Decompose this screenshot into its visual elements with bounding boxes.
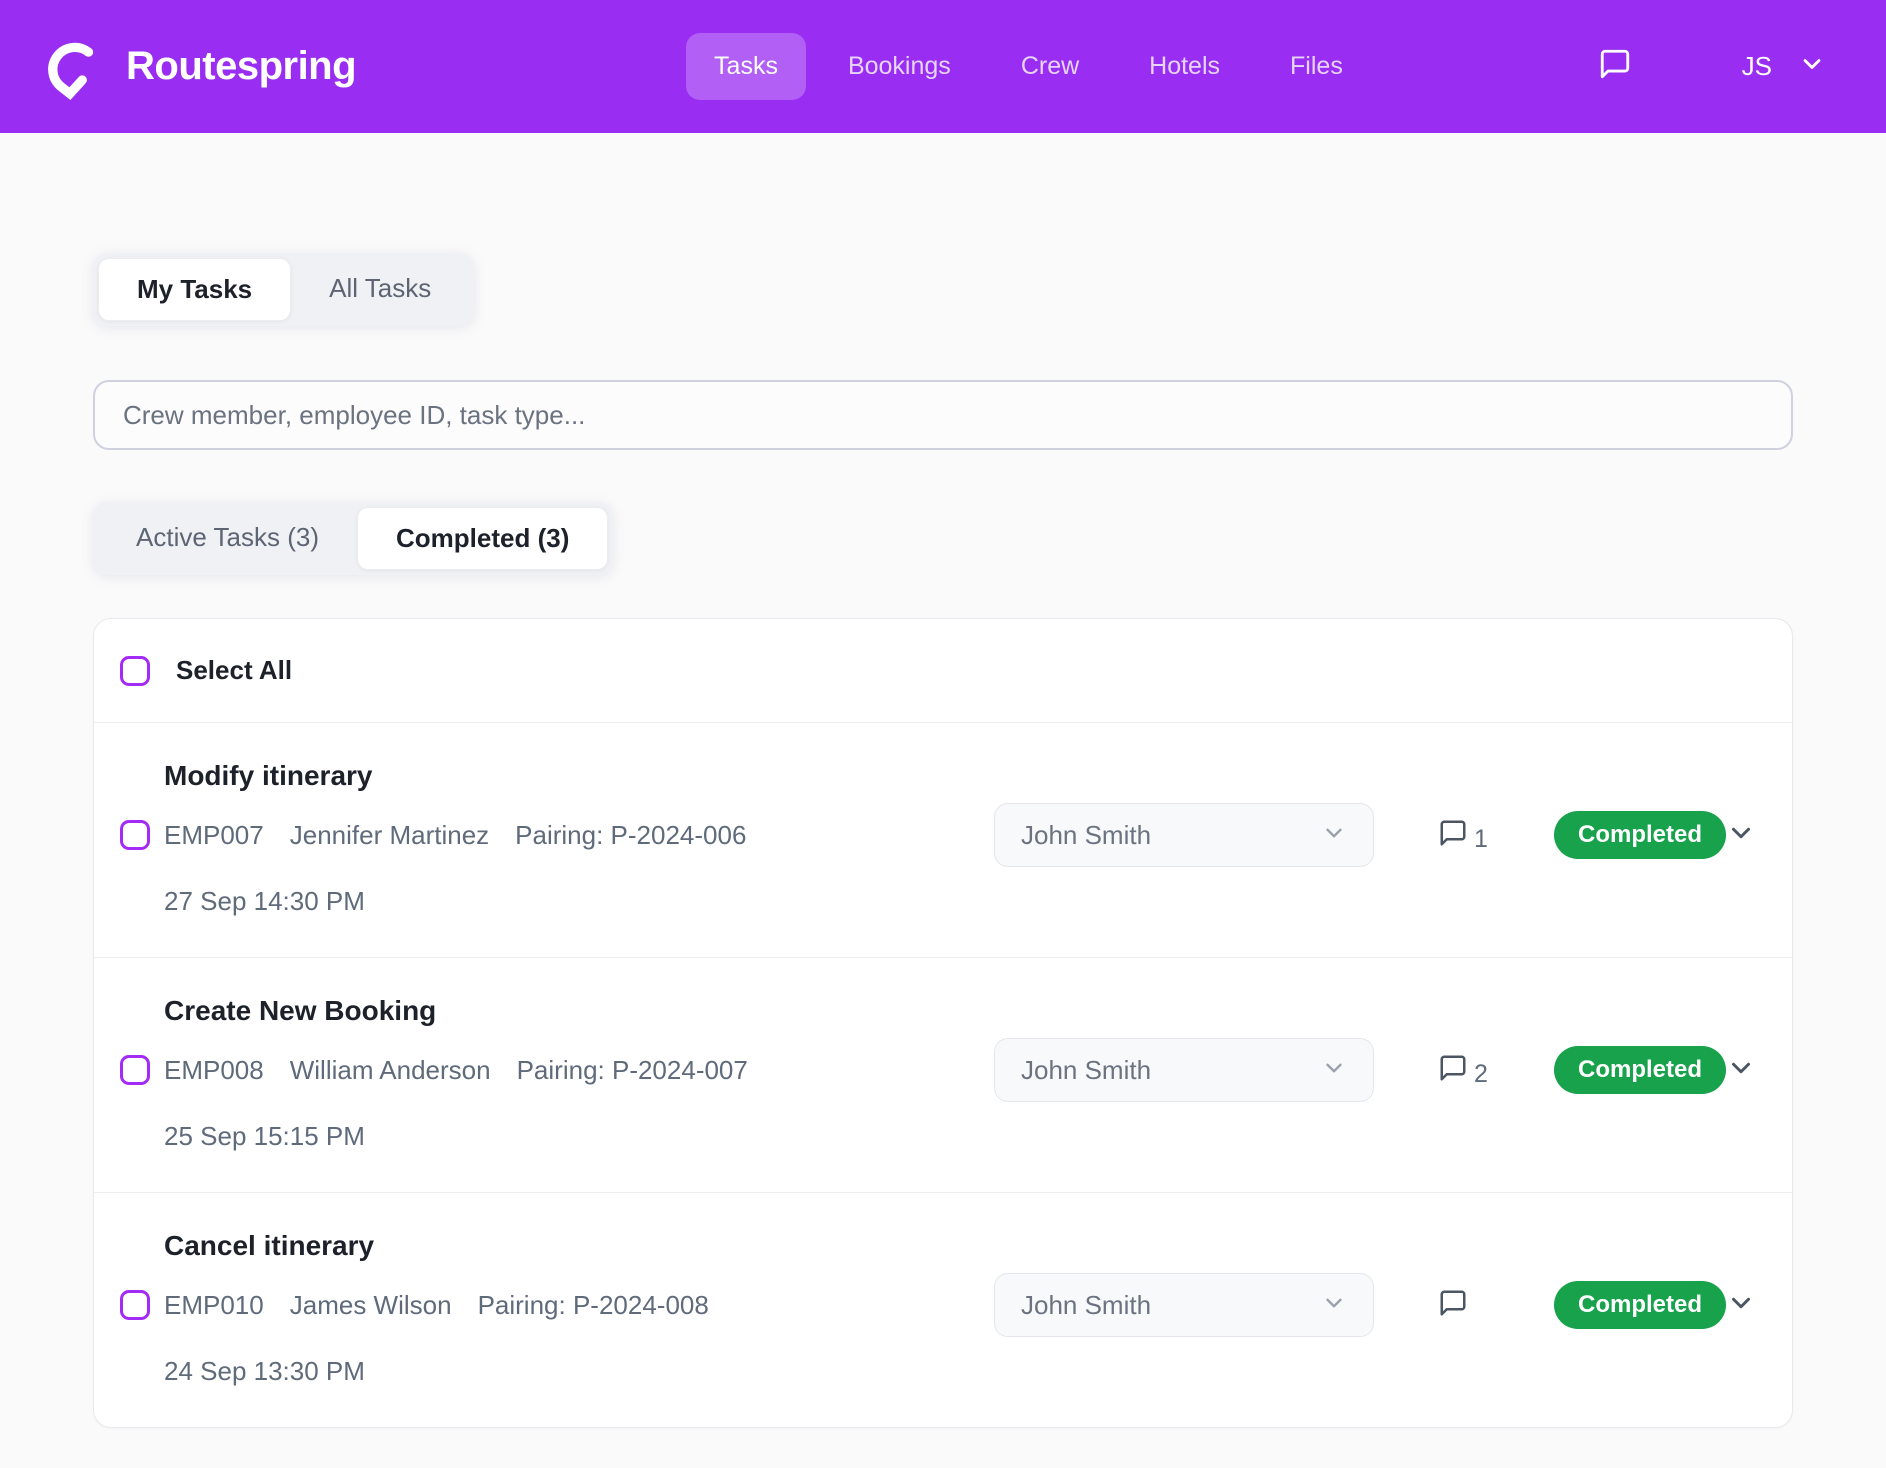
tab-active-tasks[interactable]: Active Tasks (3) [98, 507, 357, 570]
employee-id: EMP007 [164, 820, 264, 851]
assignee-select[interactable]: John Smith [994, 1273, 1374, 1337]
employee-name: Jennifer Martinez [290, 820, 489, 851]
brand-name: Routespring [126, 44, 356, 89]
task-mid-row: EMP008 William Anderson Pairing: P-2024-… [120, 1038, 1756, 1102]
select-all-row: Select All [94, 619, 1792, 722]
task-timestamp: 24 Sep 13:30 PM [164, 1355, 1756, 1387]
task-details: EMP008 William Anderson Pairing: P-2024-… [164, 1055, 994, 1086]
status-badge: Completed [1554, 1281, 1726, 1329]
task-title: Cancel itinerary [164, 1227, 1756, 1265]
task-row: Modify itinerary EMP007 Jennifer Martine… [94, 722, 1792, 957]
expand-chevron-down-icon [1726, 818, 1756, 853]
status-tabs: Active Tasks (3) Completed (3) [93, 502, 613, 575]
task-details: EMP010 James Wilson Pairing: P-2024-008 [164, 1290, 994, 1321]
status-tabs-row: Active Tasks (3) Completed (3) [93, 502, 1793, 575]
employee-id: EMP008 [164, 1055, 264, 1086]
assignee-name: John Smith [1021, 1055, 1151, 1086]
main-nav: Tasks Bookings Crew Hotels Files [686, 33, 1371, 100]
user-initials: JS [1742, 51, 1772, 82]
task-scope-toggle-row: My Tasks All Tasks [93, 253, 1793, 326]
pairing-id: Pairing: P-2024-006 [515, 820, 746, 851]
user-menu-chevron-down-icon [1798, 50, 1826, 83]
select-chevron-down-icon [1321, 1055, 1347, 1086]
app-header: Routespring Tasks Bookings Crew Hotels F… [0, 0, 1886, 133]
comments-button[interactable]: 2 [1438, 1053, 1508, 1088]
comment-icon [1438, 818, 1468, 853]
assignee-name: John Smith [1021, 1290, 1151, 1321]
task-checkbox[interactable] [120, 820, 150, 850]
nav-item-bookings[interactable]: Bookings [820, 33, 979, 100]
task-mid-row: EMP010 James Wilson Pairing: P-2024-008 … [120, 1273, 1756, 1337]
chat-button[interactable] [1592, 41, 1638, 92]
pairing-id: Pairing: P-2024-008 [478, 1290, 709, 1321]
assignee-name: John Smith [1021, 820, 1151, 851]
comment-icon [1438, 1053, 1468, 1088]
nav-item-files[interactable]: Files [1262, 33, 1371, 100]
task-timestamp: 25 Sep 15:15 PM [164, 1120, 1756, 1152]
nav-item-hotels[interactable]: Hotels [1121, 33, 1248, 100]
user-menu[interactable]: JS [1742, 50, 1826, 83]
expand-task-button[interactable] [1726, 818, 1756, 853]
expand-chevron-down-icon [1726, 1288, 1756, 1323]
main-content: My Tasks All Tasks Active Tasks (3) Comp… [0, 133, 1886, 1428]
chat-icon [1598, 47, 1632, 86]
task-title: Modify itinerary [164, 757, 1756, 795]
task-scope-toggle: My Tasks All Tasks [93, 253, 474, 326]
task-checkbox[interactable] [120, 1055, 150, 1085]
comments-button[interactable] [1438, 1288, 1508, 1323]
task-row: Cancel itinerary EMP010 James Wilson Pai… [94, 1192, 1792, 1427]
nav-item-crew[interactable]: Crew [993, 33, 1107, 100]
comments-button[interactable]: 1 [1438, 818, 1508, 853]
task-details: EMP007 Jennifer Martinez Pairing: P-2024… [164, 820, 994, 851]
header-right: JS [1592, 41, 1826, 92]
select-chevron-down-icon [1321, 1290, 1347, 1321]
employee-name: James Wilson [290, 1290, 452, 1321]
expand-task-button[interactable] [1726, 1288, 1756, 1323]
select-all-label: Select All [176, 655, 292, 686]
comment-count: 1 [1474, 825, 1488, 853]
comment-icon [1438, 1288, 1468, 1323]
pairing-id: Pairing: P-2024-007 [517, 1055, 748, 1086]
select-chevron-down-icon [1321, 820, 1347, 851]
task-list-card: Select All Modify itinerary EMP007 Jenni… [93, 618, 1793, 1428]
task-row: Create New Booking EMP008 William Anders… [94, 957, 1792, 1192]
toggle-my-tasks[interactable]: My Tasks [98, 258, 291, 321]
employee-id: EMP010 [164, 1290, 264, 1321]
toggle-all-tasks[interactable]: All Tasks [291, 258, 469, 321]
assignee-select[interactable]: John Smith [994, 803, 1374, 867]
status-badge: Completed [1554, 811, 1726, 859]
routespring-pin-icon [42, 31, 104, 103]
task-title: Create New Booking [164, 992, 1756, 1030]
expand-chevron-down-icon [1726, 1053, 1756, 1088]
comment-count: 2 [1474, 1060, 1488, 1088]
tab-completed[interactable]: Completed (3) [357, 507, 608, 570]
expand-task-button[interactable] [1726, 1053, 1756, 1088]
status-badge: Completed [1554, 1046, 1726, 1094]
assignee-select[interactable]: John Smith [994, 1038, 1374, 1102]
brand-logo[interactable]: Routespring [42, 31, 356, 103]
task-checkbox[interactable] [120, 1290, 150, 1320]
task-mid-row: EMP007 Jennifer Martinez Pairing: P-2024… [120, 803, 1756, 867]
search-box [93, 380, 1793, 450]
search-input[interactable] [93, 380, 1793, 450]
task-timestamp: 27 Sep 14:30 PM [164, 885, 1756, 917]
nav-item-tasks[interactable]: Tasks [686, 33, 806, 100]
select-all-checkbox[interactable] [120, 656, 150, 686]
employee-name: William Anderson [290, 1055, 491, 1086]
